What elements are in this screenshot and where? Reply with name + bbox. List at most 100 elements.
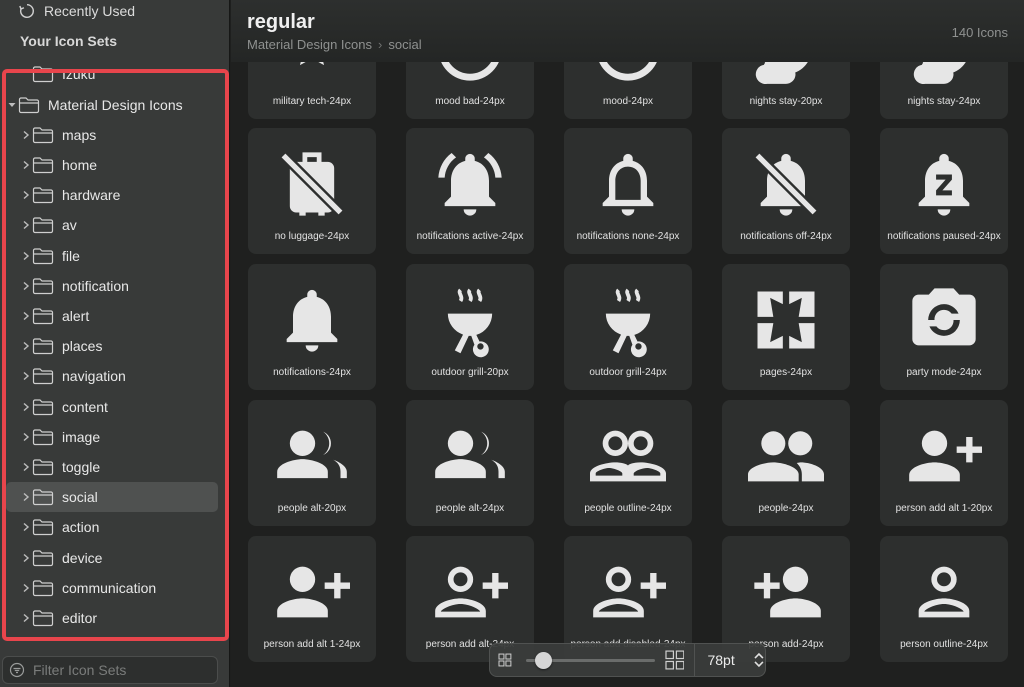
person-add-alt-icon bbox=[880, 418, 1008, 494]
sidebar-item-file[interactable]: file bbox=[6, 241, 218, 271]
sidebar-item-action[interactable]: action bbox=[6, 512, 218, 542]
icon-size-value[interactable]: 78pt bbox=[707, 652, 747, 668]
icon-label: notifications none-24px bbox=[576, 231, 680, 242]
icon-tile[interactable]: outdoor grill-24px bbox=[564, 264, 692, 390]
icon-tile[interactable]: notifications active-24px bbox=[406, 128, 534, 254]
folder-icon bbox=[32, 610, 54, 626]
filter-field[interactable] bbox=[2, 656, 218, 684]
icon-tile[interactable]: person add alt 1-24px bbox=[248, 536, 376, 662]
chevron-right-icon[interactable] bbox=[20, 310, 32, 322]
chevron-right-icon[interactable] bbox=[20, 159, 32, 171]
folder-icon bbox=[32, 398, 54, 415]
chevron-right-icon[interactable] bbox=[20, 552, 32, 564]
sidebar-item-toggle[interactable]: toggle bbox=[6, 452, 218, 482]
sidebar-item-communication[interactable]: communication bbox=[6, 573, 218, 603]
sidebar-item-home[interactable]: home bbox=[6, 150, 218, 180]
outdoor-grill-icon bbox=[564, 282, 692, 358]
chevron-right-icon[interactable] bbox=[20, 582, 32, 594]
folder-icon bbox=[32, 127, 54, 143]
person-outline-icon bbox=[880, 554, 1008, 630]
icon-tile[interactable]: people outline-24px bbox=[564, 400, 692, 526]
icon-tile[interactable]: party mode-24px bbox=[880, 264, 1008, 390]
icon-size-slider[interactable] bbox=[525, 650, 655, 670]
chevron-right-icon[interactable] bbox=[20, 68, 32, 80]
chevron-right-icon[interactable] bbox=[20, 129, 32, 141]
breadcrumb-set[interactable]: Material Design Icons bbox=[247, 37, 372, 52]
sidebar-item-content[interactable]: content bbox=[6, 392, 218, 422]
tree-item-label: av bbox=[62, 217, 77, 234]
sidebar-item-alert[interactable]: alert bbox=[6, 301, 218, 331]
tree-item-izuku[interactable]: Izuku bbox=[6, 60, 218, 89]
tree-item-label: Material Design Icons bbox=[48, 96, 183, 113]
icon-label: person add alt 1-24px bbox=[263, 639, 361, 650]
folder-icon bbox=[32, 66, 54, 83]
slider-thumb[interactable] bbox=[534, 652, 552, 669]
chevron-down-icon[interactable] bbox=[6, 99, 18, 111]
chevron-right-icon[interactable] bbox=[20, 431, 32, 443]
tree-item-label: action bbox=[62, 519, 100, 536]
sidebar-item-maps[interactable]: maps bbox=[6, 120, 218, 150]
sidebar-item-device[interactable]: device bbox=[6, 543, 218, 573]
icon-tile[interactable]: people alt-24px bbox=[406, 400, 534, 526]
breadcrumb-folder[interactable]: social bbox=[388, 37, 421, 52]
small-grid-icon[interactable] bbox=[498, 653, 512, 667]
recently-used-item[interactable]: Recently Used bbox=[18, 0, 135, 22]
chevron-right-icon[interactable] bbox=[20, 280, 32, 292]
people-icon bbox=[722, 418, 850, 494]
breadcrumb: Material Design Icons › social bbox=[247, 37, 422, 52]
stepper-chevrons-icon[interactable] bbox=[753, 651, 765, 669]
icon-label: outdoor grill-24px bbox=[589, 367, 667, 378]
content-header: regular Material Design Icons › social 1… bbox=[231, 0, 1024, 62]
people-alt-icon bbox=[406, 418, 534, 494]
folder-icon bbox=[32, 338, 54, 355]
icon-tile[interactable]: people alt-20px bbox=[248, 400, 376, 526]
sidebar-item-social[interactable]: social bbox=[6, 482, 218, 513]
sidebar-item-image[interactable]: image bbox=[6, 422, 218, 452]
tree-item-label: editor bbox=[62, 609, 98, 626]
folder-icon bbox=[32, 217, 54, 234]
chevron-right-icon[interactable] bbox=[20, 401, 32, 413]
people-alt-icon bbox=[248, 418, 376, 494]
chevron-right-icon[interactable] bbox=[20, 370, 32, 382]
sidebar-item-hardware[interactable]: hardware bbox=[6, 180, 218, 210]
icon-label: mood-24px bbox=[602, 96, 654, 107]
icon-label: notifications paused-24px bbox=[887, 231, 1001, 242]
filter-input[interactable] bbox=[33, 662, 203, 678]
chevron-right-icon[interactable] bbox=[20, 491, 32, 503]
icon-label: outdoor grill-20px bbox=[431, 367, 509, 378]
tree-item-label: places bbox=[62, 338, 103, 355]
sidebar-item-notification[interactable]: notification bbox=[6, 271, 218, 301]
icon-tile[interactable]: outdoor grill-20px bbox=[406, 264, 534, 390]
tree-item-label: toggle bbox=[62, 458, 101, 475]
sidebar-item-av[interactable]: av bbox=[6, 210, 218, 240]
chevron-right-icon[interactable] bbox=[20, 461, 32, 473]
outdoor-grill-icon bbox=[406, 282, 534, 358]
tree-item-label: file bbox=[62, 247, 80, 264]
tree-item-label: device bbox=[62, 549, 103, 566]
icon-tile[interactable]: no luggage-24px bbox=[248, 128, 376, 254]
chevron-right-icon[interactable] bbox=[20, 250, 32, 262]
recently-used-label: Recently Used bbox=[44, 3, 136, 19]
icon-label: pages-24px bbox=[759, 367, 813, 378]
large-grid-icon[interactable] bbox=[665, 650, 685, 670]
icon-tile[interactable]: notifications-24px bbox=[248, 264, 376, 390]
sidebar-item-navigation[interactable]: navigation bbox=[6, 361, 218, 391]
chevron-right-icon[interactable] bbox=[20, 521, 32, 533]
tree-item-material-design-icons[interactable]: Material Design Icons bbox=[6, 90, 218, 120]
folder-icon bbox=[18, 96, 40, 113]
icon-tile[interactable]: person outline-24px bbox=[880, 536, 1008, 662]
icon-tile[interactable]: person add alt 1-20px bbox=[880, 400, 1008, 526]
icon-tile[interactable]: notifications paused-24px bbox=[880, 128, 1008, 254]
party-mode-icon bbox=[880, 282, 1008, 358]
sidebar-item-editor[interactable]: editor bbox=[6, 603, 218, 633]
sidebar-item-places[interactable]: places bbox=[6, 331, 218, 361]
icon-tile[interactable]: notifications none-24px bbox=[564, 128, 692, 254]
chevron-right-icon[interactable] bbox=[20, 219, 32, 231]
chevron-right-icon[interactable] bbox=[20, 189, 32, 201]
icon-tile[interactable]: people-24px bbox=[722, 400, 850, 526]
chevron-right-icon[interactable] bbox=[20, 612, 32, 624]
icon-tile[interactable]: pages-24px bbox=[722, 264, 850, 390]
chevron-right-icon[interactable] bbox=[20, 340, 32, 352]
tree-item-label: navigation bbox=[62, 368, 126, 385]
icon-tile[interactable]: notifications off-24px bbox=[722, 128, 850, 254]
